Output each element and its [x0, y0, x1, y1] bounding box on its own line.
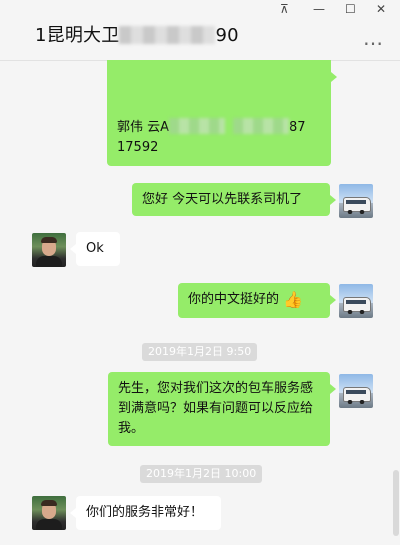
message-bubble-sent[interactable]: 你的中文挺好的 👍	[178, 283, 336, 318]
avatar-self[interactable]	[339, 184, 373, 218]
message-text: 87	[289, 120, 306, 135]
redacted-block	[169, 118, 226, 134]
message-text: 你的中文挺好的	[188, 292, 280, 307]
message-text: Ok	[86, 241, 104, 256]
timestamp: 2019年1月2日 9:50	[142, 343, 258, 361]
avatar-self[interactable]	[339, 284, 373, 318]
more-options-icon[interactable]: …	[363, 26, 384, 50]
minimize-button[interactable]: —	[313, 2, 325, 16]
timestamp: 2019年1月2日 10:00	[140, 465, 263, 483]
title-bar: 1昆明大卫 90 ⊼ — ☐ ✕ …	[0, 0, 400, 61]
bus-image	[343, 197, 371, 214]
message-bubble-sent[interactable]: 您好 今天可以先联系司机了	[132, 183, 336, 216]
bus-image	[343, 387, 371, 404]
chat-title-suffix: 90	[215, 25, 239, 46]
avatar-contact[interactable]	[32, 496, 66, 530]
chat-title-prefix: 1昆明大卫	[35, 25, 120, 46]
message-bubble-received[interactable]: 你们的服务非常好！	[70, 496, 221, 530]
chat-title: 1昆明大卫 90	[35, 21, 239, 47]
message-bubble-sent[interactable]: 郭伟 云A 87 17592	[107, 60, 337, 166]
message-bubble-received[interactable]: Ok	[70, 232, 120, 266]
thumbs-up-icon: 👍	[283, 290, 304, 309]
message-text: 郭伟 云A	[117, 120, 170, 135]
maximize-button[interactable]: ☐	[345, 2, 356, 16]
redacted-block	[119, 26, 216, 44]
message-text: 你们的服务非常好！	[86, 505, 204, 520]
pin-icon[interactable]: ⊼	[280, 2, 289, 16]
close-button[interactable]: ✕	[376, 2, 386, 16]
avatar-contact[interactable]	[32, 233, 66, 267]
redacted-block	[233, 118, 290, 134]
message-bubble-sent[interactable]: 先生，您对我们这次的包车服务感到满意吗？如果有问题可以反应给我。	[108, 372, 336, 446]
message-text: 您好 今天可以先联系司机了	[142, 192, 303, 207]
scrollbar-thumb[interactable]	[393, 470, 399, 536]
bus-image	[343, 297, 371, 314]
message-text: 17592	[117, 140, 159, 155]
message-line: 郭伟 云A 87	[117, 118, 321, 138]
avatar-self[interactable]	[339, 374, 373, 408]
message-text: 先生，您对我们这次的包车服务感到满意吗？如果有问题可以反应给我。	[118, 381, 314, 436]
